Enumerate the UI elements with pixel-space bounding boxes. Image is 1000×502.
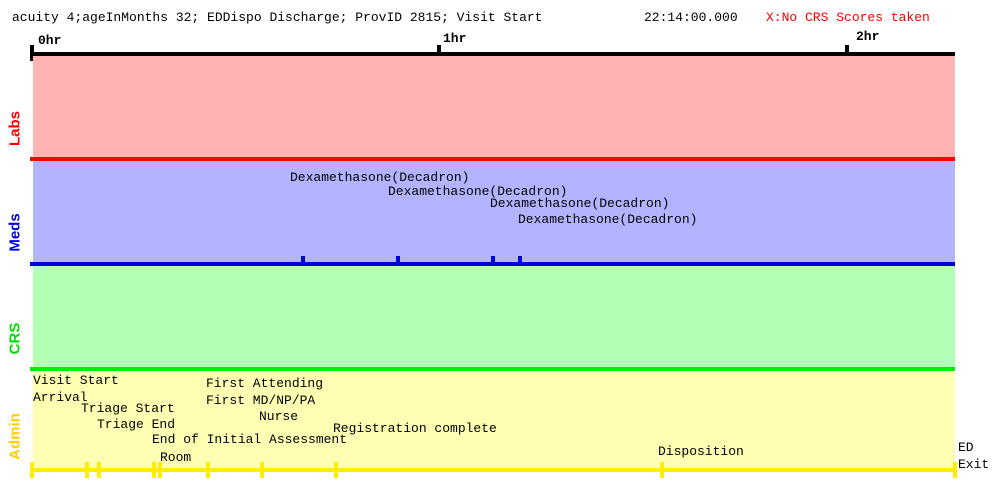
med-event-label: Dexamethasone(Decadron) <box>290 170 470 185</box>
admin-event-label: ED <box>958 440 974 455</box>
visit-info-text: acuity 4;ageInMonths 32; EDDispo Dischar… <box>12 10 543 25</box>
visit-start-time: 22:14:00.000 <box>644 10 738 25</box>
admin-event-label: Arrival <box>33 390 88 405</box>
admin-event-tick <box>660 462 664 478</box>
admin-event-tick <box>152 462 156 478</box>
med-event-label: Dexamethasone(Decadron) <box>490 196 670 211</box>
admin-event-tick <box>97 462 101 478</box>
admin-timeline <box>30 468 955 472</box>
admin-event-tick <box>260 462 264 478</box>
admin-event-label: First Attending <box>206 376 324 391</box>
labs-lane-label: Labs <box>6 111 24 147</box>
admin-event-label: Visit Start <box>33 373 119 388</box>
admin-event-tick <box>206 462 210 478</box>
admin-event-label: Nurse <box>259 409 299 424</box>
med-event-label: Dexamethasone(Decadron) <box>518 212 698 227</box>
admin-event-label: First MD/NP/PA <box>206 393 316 408</box>
meds-lane-label: Meds <box>6 213 24 252</box>
labs-lane <box>33 56 955 157</box>
admin-lane-label: Admin <box>6 413 24 460</box>
crs-lane <box>33 266 955 367</box>
crs-warning-text: X:No CRS Scores taken <box>766 10 930 25</box>
meds-lane <box>33 161 955 262</box>
admin-event-label: Exit <box>958 457 990 472</box>
admin-event-tick <box>30 462 34 478</box>
admin-event-label: Registration complete <box>333 421 497 436</box>
axis-tick-label-2hr: 2hr <box>856 29 880 44</box>
admin-event-tick <box>85 462 89 478</box>
admin-event-tick <box>158 462 162 478</box>
admin-event-label: Disposition <box>658 444 744 459</box>
admin-event-tick <box>953 462 957 478</box>
admin-event-label: End of Initial Assessment <box>152 432 348 447</box>
admin-event-label: Triage Start <box>81 401 175 416</box>
admin-event-label: Triage End <box>97 417 176 432</box>
axis-tick-label-0hr: 0hr <box>38 33 62 48</box>
admin-event-label: Room <box>160 450 192 465</box>
axis-tick-label-1hr: 1hr <box>443 31 467 46</box>
crs-lane-label: CRS <box>6 322 24 355</box>
admin-event-tick <box>334 462 338 478</box>
